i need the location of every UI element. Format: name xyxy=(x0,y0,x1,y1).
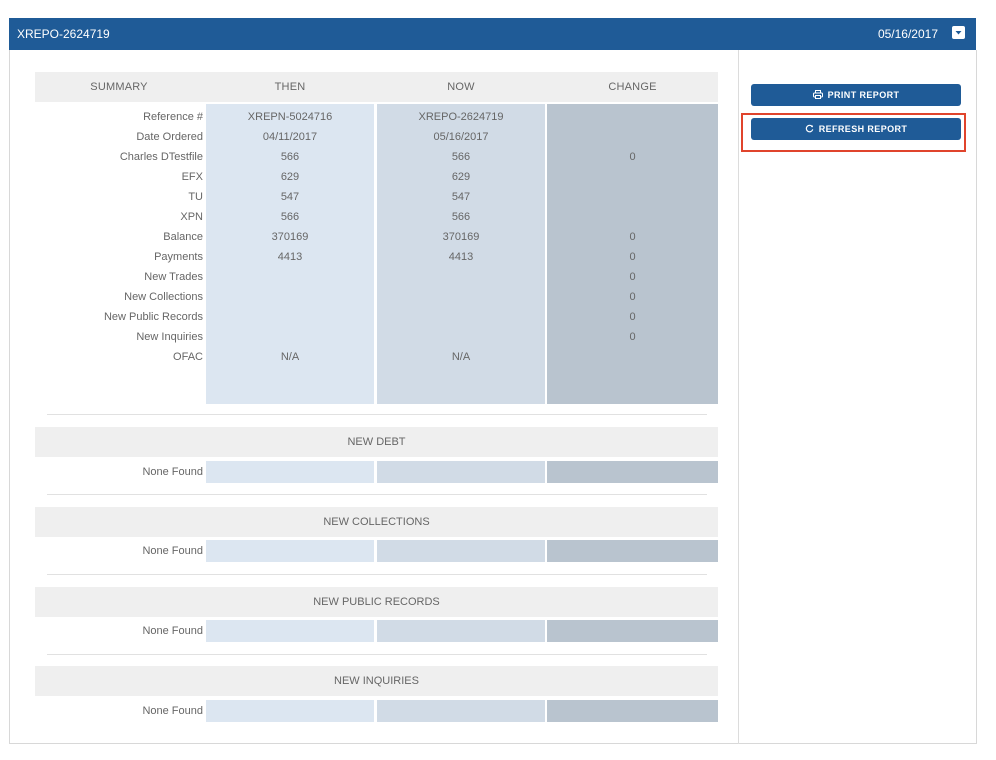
none-found-label: None Found xyxy=(142,466,203,478)
empty-then-bar xyxy=(206,540,374,562)
then-value: N/A xyxy=(280,351,300,363)
change-value: 0 xyxy=(629,251,636,263)
empty-now-bar xyxy=(377,700,545,722)
none-found-label: None Found xyxy=(142,625,203,637)
divider xyxy=(47,414,707,415)
now-value: 4413 xyxy=(448,251,474,263)
summary-row-label: Charles DTestfile xyxy=(119,151,203,163)
now-value xyxy=(377,307,545,327)
then-value: 547 xyxy=(280,191,300,203)
summary-row-label: New Inquiries xyxy=(136,331,203,343)
section-header-new-inquiries: NEW INQUIRIES xyxy=(35,666,718,696)
empty-then-bar xyxy=(206,461,374,483)
divider xyxy=(47,494,707,495)
section-header-new-debt: NEW DEBT xyxy=(35,427,718,457)
then-value: 566 xyxy=(280,151,300,163)
section-header-new-collections: NEW COLLECTIONS xyxy=(35,507,718,537)
then-value xyxy=(206,327,374,347)
summary-row-label: XPN xyxy=(180,211,203,223)
summary-row-label: TU xyxy=(188,191,203,203)
empty-now-bar xyxy=(377,540,545,562)
change-value xyxy=(547,207,718,227)
now-value: 370169 xyxy=(442,231,480,243)
col-summary-header: SUMMARY xyxy=(90,81,148,93)
change-value: 0 xyxy=(629,331,636,343)
now-value xyxy=(377,287,545,307)
then-value: 566 xyxy=(280,211,300,223)
change-value xyxy=(547,347,718,367)
print-report-button[interactable]: PRINT REPORT xyxy=(751,84,961,106)
summary-row-label: New Public Records xyxy=(103,311,203,323)
summary-row-label: Balance xyxy=(163,231,203,243)
empty-now-bar xyxy=(377,461,545,483)
then-value: 4413 xyxy=(277,251,303,263)
now-value: N/A xyxy=(451,351,471,363)
summary-row-label: New Collections xyxy=(124,291,203,303)
now-value: 547 xyxy=(451,191,471,203)
none-found-label: None Found xyxy=(142,545,203,557)
change-value: 0 xyxy=(629,271,636,283)
change-value: 0 xyxy=(629,291,636,303)
now-value: 566 xyxy=(451,151,471,163)
change-value: 0 xyxy=(629,151,636,163)
now-value: 629 xyxy=(451,171,471,183)
empty-change-bar xyxy=(547,461,718,483)
empty-now-bar xyxy=(377,620,545,642)
then-value: 04/11/2017 xyxy=(262,131,318,143)
sidebar-divider xyxy=(738,50,739,744)
summary-header-row: SUMMARY THEN NOW CHANGE xyxy=(35,72,718,102)
now-value: 566 xyxy=(451,211,471,223)
summary-row-label: New Trades xyxy=(144,271,203,283)
summary-row-label: Date Ordered xyxy=(136,131,203,143)
chevron-down-square-icon[interactable] xyxy=(952,26,965,39)
empty-change-bar xyxy=(547,700,718,722)
then-value: 629 xyxy=(280,171,300,183)
empty-then-bar xyxy=(206,620,374,642)
report-header: XREPO-2624719 05/16/2017 xyxy=(9,18,976,50)
then-value xyxy=(206,267,374,287)
divider xyxy=(47,654,707,655)
change-value: 0 xyxy=(629,311,636,323)
refresh-highlight-box xyxy=(741,113,966,152)
empty-change-bar xyxy=(547,620,718,642)
col-change-header: CHANGE xyxy=(608,81,657,93)
change-value xyxy=(547,167,718,187)
empty-change-bar xyxy=(547,540,718,562)
then-value xyxy=(206,287,374,307)
section-header-new-public-records: NEW PUBLIC RECORDS xyxy=(35,587,718,617)
then-value: 370169 xyxy=(271,231,309,243)
report-id: XREPO-2624719 xyxy=(17,27,110,41)
change-value: 0 xyxy=(629,231,636,243)
now-value: XREPO-2624719 xyxy=(418,111,504,123)
report-date: 05/16/2017 xyxy=(877,27,938,41)
printer-icon xyxy=(812,85,823,107)
none-found-label: None Found xyxy=(142,705,203,717)
change-value xyxy=(547,187,718,207)
summary-row-label: OFAC xyxy=(173,351,203,363)
change-value xyxy=(547,127,718,147)
now-value xyxy=(377,267,545,287)
change-value xyxy=(547,107,718,127)
then-value: XREPN-5024716 xyxy=(247,111,333,123)
summary-row-label: Reference # xyxy=(143,111,203,123)
col-now-header: NOW xyxy=(447,81,475,93)
col-then-header: THEN xyxy=(274,81,306,93)
summary-row-label: EFX xyxy=(181,171,203,183)
then-value xyxy=(206,307,374,327)
summary-row-label: Payments xyxy=(154,251,203,263)
empty-then-bar xyxy=(206,700,374,722)
divider xyxy=(47,574,707,575)
now-value: 05/16/2017 xyxy=(433,131,489,143)
now-value xyxy=(377,327,545,347)
print-report-label: PRINT REPORT xyxy=(827,90,900,100)
